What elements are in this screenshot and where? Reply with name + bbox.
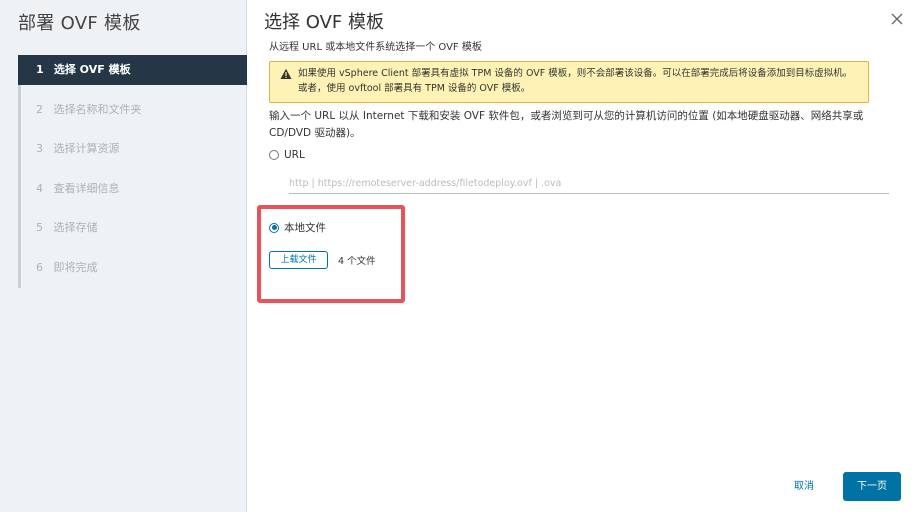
step-label: 选择计算资源 [53, 142, 120, 155]
step-number: 4 [36, 182, 43, 195]
step-number: 5 [36, 221, 43, 234]
step-number: 6 [36, 261, 43, 274]
local-file-label: 本地文件 [284, 222, 326, 234]
step-select-compute-resource: 3 选择计算资源 [21, 134, 247, 164]
url-label: URL [284, 149, 305, 161]
step-label: 选择存储 [53, 221, 98, 234]
page-subtitle: 从远程 URL 或本地文件系统选择一个 OVF 模板 [269, 42, 482, 53]
step-number: 3 [36, 142, 43, 155]
step-select-name-folder: 2 选择名称和文件夹 [21, 95, 247, 125]
step-number: 2 [36, 103, 43, 116]
local-file-option[interactable]: 本地文件 [269, 220, 326, 235]
cancel-button[interactable]: 取消 [777, 473, 831, 501]
local-file-radio[interactable] [269, 222, 279, 233]
next-button[interactable]: 下一页 [843, 472, 901, 501]
wizard-steps: 1 选择 OVF 模板 2 选择名称和文件夹 3 选择计算资源 4 查看详细信息… [18, 55, 250, 288]
upload-files-button[interactable]: 上载文件 [269, 251, 328, 269]
wizard-main-panel: 选择 OVF 模板 从远程 URL 或本地文件系统选择一个 OVF 模板 如果使… [248, 0, 915, 512]
page-title: 选择 OVF 模板 [264, 12, 384, 33]
step-label: 即将完成 [53, 261, 98, 274]
warning-icon [280, 68, 292, 79]
step-number: 1 [36, 63, 44, 76]
step-label: 选择 OVF 模板 [53, 63, 131, 76]
file-count: 4 个文件 [338, 256, 376, 267]
step-label: 查看详细信息 [53, 182, 120, 195]
close-icon [891, 13, 903, 25]
close-icon[interactable] [890, 13, 904, 27]
step-select-ovf-template[interactable]: 1 选择 OVF 模板 [18, 55, 247, 85]
step-review-details: 4 查看详细信息 [21, 174, 247, 204]
warning-alert: 如果使用 vSphere Client 部署具有虚拟 TPM 设备的 OVF 模… [269, 61, 869, 103]
step-ready-to-complete: 6 即将完成 [21, 253, 247, 283]
wizard-sidebar: 部署 OVF 模板 1 选择 OVF 模板 2 选择名称和文件夹 3 选择计算资… [0, 0, 247, 512]
instructions-text: 输入一个 URL 以从 Internet 下载和安装 OVF 软件包，或者浏览到… [269, 110, 864, 139]
alert-text: 如果使用 vSphere Client 部署具有虚拟 TPM 设备的 OVF 模… [298, 68, 853, 94]
url-input[interactable] [289, 173, 889, 194]
wizard-title: 部署 OVF 模板 [18, 13, 141, 34]
step-select-storage: 5 选择存储 [21, 213, 247, 243]
url-option[interactable]: URL [269, 149, 305, 161]
step-label: 选择名称和文件夹 [53, 103, 142, 116]
url-radio[interactable] [269, 150, 279, 160]
